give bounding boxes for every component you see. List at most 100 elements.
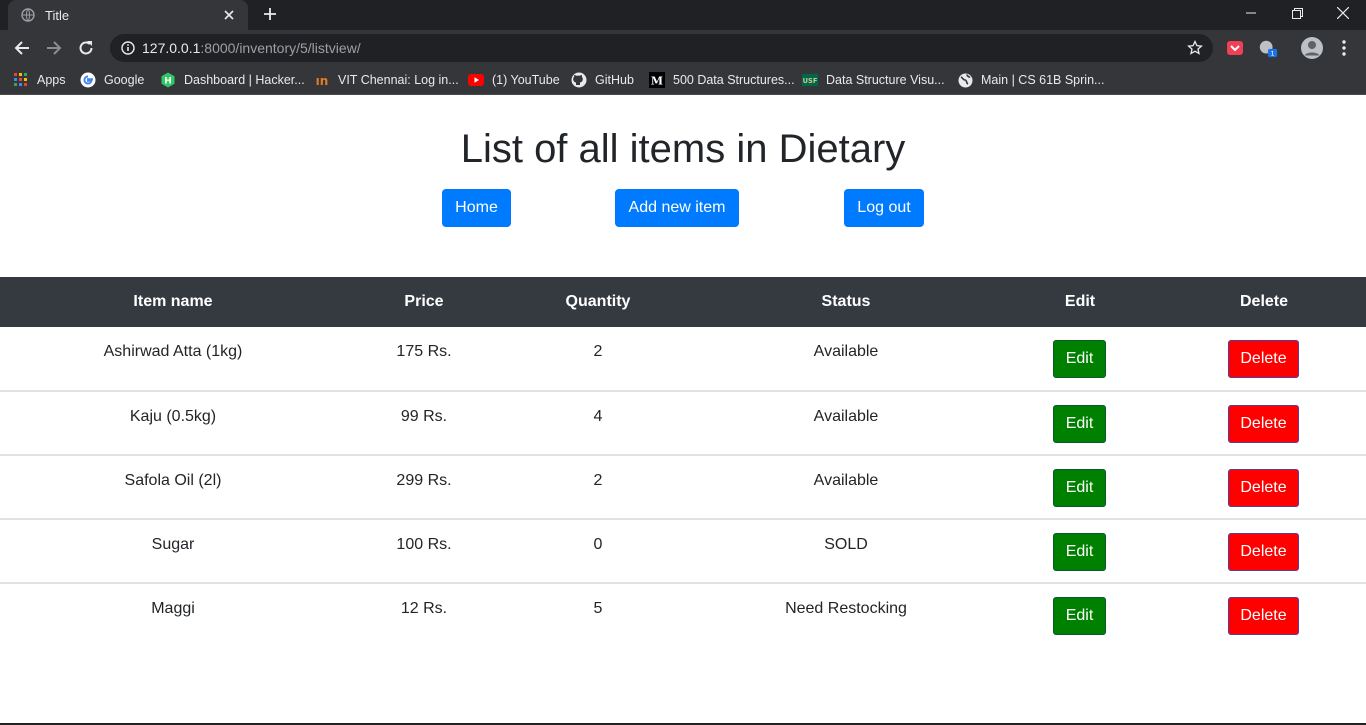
- quantity-cell: 2: [593, 343, 603, 360]
- item-name-cell: Kaju (0.5kg): [129, 408, 217, 425]
- bookmark-label: 500 Data Structures...: [673, 73, 795, 87]
- item-name-cell: Sugar: [151, 536, 195, 553]
- bookmark-youtube[interactable]: (1) YouTube: [468, 71, 560, 89]
- item-name-cell: Maggi: [151, 600, 195, 617]
- status-cell: Available: [813, 408, 879, 425]
- bookmark-label: GitHub: [595, 73, 634, 87]
- table-row: Ashirwad Atta (1kg) 175 Rs. 2 Available …: [0, 327, 1366, 391]
- status-cell: SOLD: [824, 536, 868, 553]
- edit-button[interactable]: Edit: [1053, 469, 1106, 507]
- header-quantity: Quantity: [565, 293, 631, 310]
- delete-button[interactable]: Delete: [1228, 597, 1299, 635]
- svg-text:H: H: [164, 77, 172, 87]
- table-row: Kaju (0.5kg) 99 Rs. 4 Available Edit Del…: [0, 390, 1366, 454]
- bookmark-hackerrank[interactable]: H Dashboard | Hacker...: [160, 71, 305, 89]
- extension-badge-icon[interactable]: 1: [1258, 38, 1278, 58]
- bookmark-github[interactable]: GitHub: [571, 71, 634, 89]
- quantity-cell: 0: [593, 536, 603, 553]
- bookmark-google[interactable]: Google: [80, 71, 144, 89]
- bookmark-label: (1) YouTube: [492, 73, 560, 87]
- bookmark-star-icon[interactable]: [1187, 39, 1203, 56]
- logout-button[interactable]: Log out: [844, 189, 924, 227]
- bookmark-label: Google: [104, 73, 145, 87]
- github-icon: [571, 72, 587, 88]
- browser-toolbar: 127.0.0.1:8000/inventory/5/listview/ 1: [0, 30, 1366, 66]
- info-icon[interactable]: [120, 40, 136, 56]
- price-cell: 100 Rs.: [396, 536, 452, 553]
- item-name-cell: Ashirwad Atta (1kg): [103, 343, 243, 360]
- price-cell: 175 Rs.: [396, 343, 452, 360]
- delete-button[interactable]: Delete: [1228, 405, 1299, 443]
- minimize-icon[interactable]: [1228, 0, 1274, 26]
- menu-kebab-icon[interactable]: [1334, 38, 1354, 58]
- header-delete: Delete: [1239, 293, 1289, 310]
- google-icon: [80, 72, 96, 88]
- close-window-icon[interactable]: [1320, 0, 1366, 26]
- table-row: Sugar 100 Rs. 0 SOLD Edit Delete: [0, 518, 1366, 582]
- price-cell: 12 Rs.: [400, 600, 448, 617]
- bookmark-label: VIT Chennai: Log in...: [338, 73, 459, 87]
- price-cell: 99 Rs.: [400, 408, 448, 425]
- globe-icon: [957, 72, 973, 88]
- delete-button[interactable]: Delete: [1228, 533, 1299, 571]
- delete-button[interactable]: Delete: [1228, 340, 1299, 378]
- bookmark-label: Main | CS 61B Sprin...: [981, 73, 1105, 87]
- restore-icon[interactable]: [1274, 0, 1320, 26]
- medium-icon: M: [649, 72, 665, 88]
- url-host: 127.0.0.1: [142, 40, 201, 56]
- bookmarks-bar: Apps Google H Dashboard | Hacker... ın V…: [0, 66, 1366, 95]
- bookmark-label: Dashboard | Hacker...: [184, 73, 305, 87]
- youtube-icon: [468, 72, 484, 88]
- edit-button[interactable]: Edit: [1053, 533, 1106, 571]
- bookmark-label: Apps: [37, 73, 66, 87]
- globe-icon: [20, 7, 36, 23]
- edit-button[interactable]: Edit: [1053, 340, 1106, 378]
- svg-text:USF: USF: [803, 77, 818, 85]
- pocket-extension-icon[interactable]: [1225, 38, 1245, 58]
- bookmark-cs61b[interactable]: Main | CS 61B Sprin...: [957, 71, 1104, 89]
- bookmark-apps[interactable]: Apps: [13, 71, 66, 89]
- svg-text:ın: ın: [316, 74, 329, 88]
- svg-text:M: M: [651, 75, 663, 88]
- item-name-cell: Safola Oil (2l): [124, 472, 222, 489]
- quantity-cell: 5: [593, 600, 603, 617]
- bookmark-label: Data Structure Visu...: [826, 73, 945, 87]
- forward-arrow-icon[interactable]: [40, 34, 68, 62]
- url-text: 127.0.0.1:8000/inventory/5/listview/: [142, 40, 361, 56]
- bookmark-vit[interactable]: ın VIT Chennai: Log in...: [314, 71, 459, 89]
- delete-button[interactable]: Delete: [1228, 469, 1299, 507]
- quantity-cell: 2: [593, 472, 603, 489]
- address-bar[interactable]: 127.0.0.1:8000/inventory/5/listview/: [110, 34, 1213, 62]
- header-price: Price: [404, 293, 444, 310]
- reload-icon[interactable]: [72, 34, 100, 62]
- usf-icon: USF: [802, 72, 818, 88]
- status-cell: Available: [813, 343, 879, 360]
- back-arrow-icon[interactable]: [8, 34, 36, 62]
- status-cell: Need Restocking: [785, 600, 907, 617]
- new-tab-button[interactable]: [258, 2, 282, 26]
- header-status: Status: [821, 293, 871, 310]
- apps-grid-icon: [13, 72, 29, 88]
- header-edit: Edit: [1064, 293, 1096, 310]
- close-tab-icon[interactable]: [220, 6, 238, 24]
- page-title: List of all items in Dietary: [460, 127, 906, 171]
- tab-title: Title: [45, 7, 70, 23]
- profile-avatar-icon[interactable]: [1300, 36, 1324, 60]
- svg-text:1: 1: [1271, 51, 1275, 58]
- edit-button[interactable]: Edit: [1053, 405, 1106, 443]
- vit-icon: ın: [314, 72, 330, 88]
- price-cell: 299 Rs.: [396, 472, 452, 489]
- add-new-item-button[interactable]: Add new item: [615, 189, 739, 227]
- table-row: Maggi 12 Rs. 5 Need Restocking Edit Dele…: [0, 582, 1366, 646]
- browser-titlebar: Title: [0, 0, 1366, 30]
- table-row: Safola Oil (2l) 299 Rs. 2 Available Edit…: [0, 454, 1366, 518]
- home-button[interactable]: Home: [442, 189, 511, 227]
- edit-button[interactable]: Edit: [1053, 597, 1106, 635]
- url-path: :8000/inventory/5/listview/: [200, 40, 361, 56]
- browser-tab[interactable]: Title: [8, 0, 248, 30]
- bookmark-usf[interactable]: USF Data Structure Visu...: [802, 71, 945, 89]
- quantity-cell: 4: [593, 408, 603, 425]
- header-item-name: Item name: [133, 293, 213, 310]
- status-cell: Available: [813, 472, 879, 489]
- bookmark-medium[interactable]: M 500 Data Structures...: [649, 71, 795, 89]
